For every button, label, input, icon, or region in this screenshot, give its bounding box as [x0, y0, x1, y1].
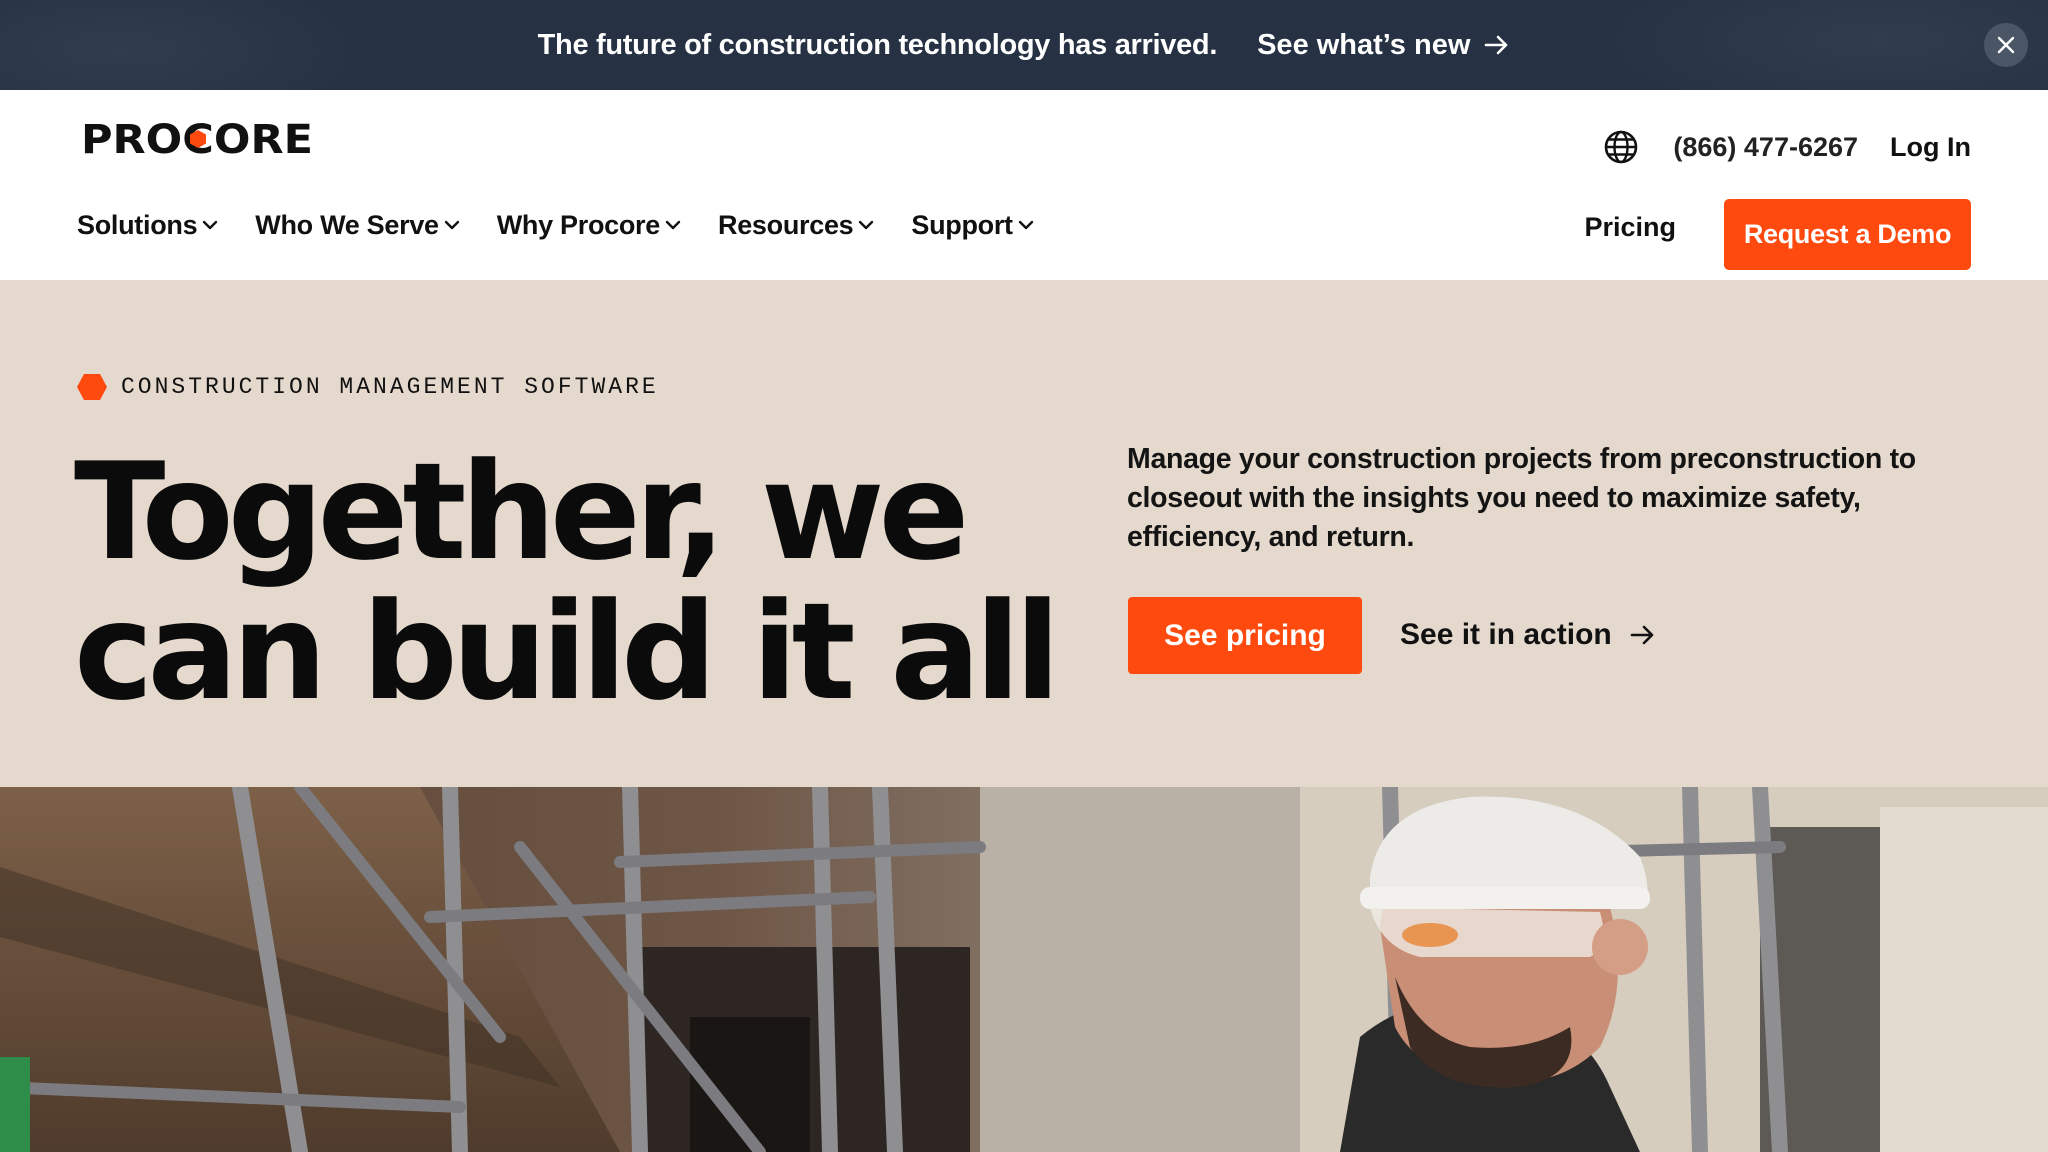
pricing-link[interactable]: Pricing	[1584, 212, 1676, 243]
hero-headline: Together, we can build it all	[74, 434, 1061, 730]
see-it-in-action-link[interactable]: See it in action	[1400, 612, 1656, 658]
nav-item-label: Resources	[718, 209, 854, 240]
whats-new-link[interactable]: See what’s new	[1257, 29, 1510, 62]
globe-icon[interactable]	[1603, 129, 1639, 165]
nav-item-support[interactable]: Support	[911, 210, 1033, 241]
phone-number[interactable]: (866) 477-6267	[1673, 132, 1858, 163]
hexagon-icon	[77, 374, 107, 400]
eyebrow-text: CONSTRUCTION MANAGEMENT SOFTWARE	[121, 374, 659, 400]
see-pricing-button[interactable]: See pricing	[1128, 597, 1362, 674]
whats-new-link-label: See what’s new	[1257, 28, 1471, 61]
chevron-down-icon	[1018, 220, 1033, 230]
headline-line-2: can build it all	[74, 574, 1061, 730]
nav-item-label: Support	[911, 209, 1013, 240]
nav-item-label: Why Procore	[496, 209, 661, 240]
chevron-down-icon	[444, 220, 459, 230]
arrow-right-icon	[1485, 35, 1508, 55]
utility-nav: (866) 477-6267 Log In	[1603, 118, 1971, 176]
hero-section: CONSTRUCTION MANAGEMENT SOFTWARE Togethe…	[0, 280, 2048, 787]
arrow-right-icon	[1630, 625, 1654, 645]
hero-photo	[0, 787, 2048, 1152]
chevron-down-icon	[859, 220, 874, 230]
chevron-down-icon	[203, 220, 218, 230]
see-it-in-action-label: See it in action	[1400, 618, 1612, 651]
login-link[interactable]: Log In	[1890, 132, 1971, 163]
banner-close-button[interactable]	[1984, 23, 2028, 67]
nav-item-label: Who We Serve	[255, 209, 439, 240]
procore-logo-mark: PROCORE	[81, 117, 313, 163]
procore-logo[interactable]: PROCORE	[81, 116, 317, 165]
announcement-banner: The future of construction technology ha…	[0, 0, 2048, 90]
headline-line-1: Together, we	[74, 434, 969, 590]
close-icon	[1997, 36, 2015, 54]
nav-item-who-we-serve[interactable]: Who We Serve	[255, 210, 459, 241]
hero-description: Manage your construction projects from p…	[1127, 443, 1916, 553]
banner-message: The future of construction technology ha…	[537, 28, 1218, 61]
construction-worker-image	[0, 787, 2048, 1152]
request-demo-button[interactable]: Request a Demo	[1724, 199, 1971, 270]
nav-item-why-procore[interactable]: Why Procore	[497, 210, 681, 241]
nav-item-resources[interactable]: Resources	[718, 210, 874, 241]
site-header: PROCORE (866) 477-6267 Log In Solutions …	[0, 90, 2048, 280]
hero-eyebrow: CONSTRUCTION MANAGEMENT SOFTWARE	[77, 373, 659, 401]
chevron-down-icon	[665, 220, 681, 230]
nav-item-label: Solutions	[77, 209, 198, 240]
main-nav: Solutions Who We Serve Why Procore Resou…	[77, 200, 1071, 250]
nav-item-solutions[interactable]: Solutions	[77, 210, 218, 241]
